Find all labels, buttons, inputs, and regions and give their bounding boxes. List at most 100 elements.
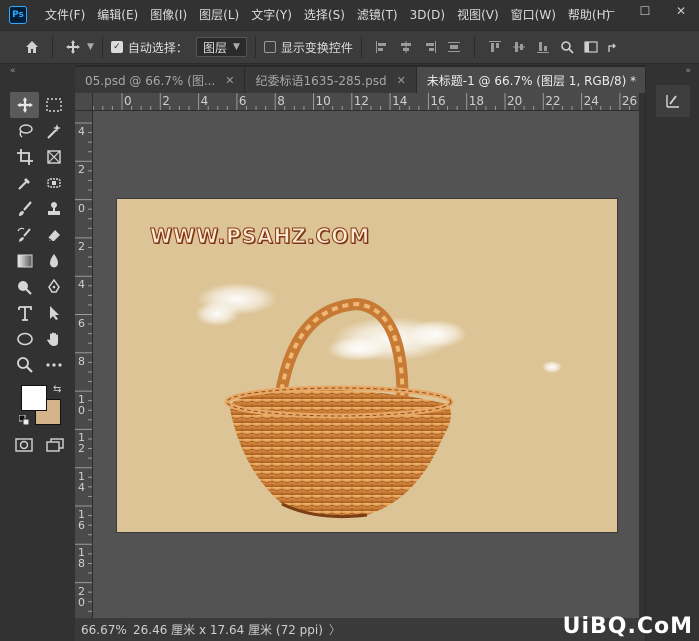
ruler-label: 16 xyxy=(430,94,446,108)
ruler-label: 24 xyxy=(583,94,599,108)
lasso-tool-icon[interactable] xyxy=(10,118,39,144)
quick-mask-icon[interactable] xyxy=(14,436,34,454)
share-icon[interactable] xyxy=(603,35,621,59)
ruler-label: 1 4 xyxy=(78,469,85,494)
menu-edit[interactable]: 编辑(E) xyxy=(91,0,144,30)
site-watermark: UiBQ.CoM xyxy=(562,614,693,639)
collapse-arrows-icon[interactable]: « xyxy=(0,65,75,77)
minimize-button[interactable]: — xyxy=(591,0,627,22)
pen-tool-icon[interactable] xyxy=(39,274,68,300)
show-transform-checkbox[interactable] xyxy=(263,41,276,53)
status-bar: 66.67% 26.46 厘米 x 17.64 厘米 (72 ppi) 〉 xyxy=(75,618,645,641)
align-left-icon[interactable] xyxy=(370,35,394,59)
home-icon[interactable] xyxy=(20,35,44,59)
search-icon[interactable] xyxy=(555,35,579,59)
chevron-down-icon[interactable]: ▼ xyxy=(87,42,94,52)
move-tool-icon[interactable] xyxy=(10,92,39,118)
photoshop-logo[interactable]: Ps xyxy=(9,6,27,24)
ruler-label: 1 0 xyxy=(78,393,85,418)
close-icon[interactable]: ✕ xyxy=(397,74,406,87)
clone-stamp-icon[interactable] xyxy=(39,196,68,222)
foreground-color-swatch[interactable] xyxy=(21,385,47,411)
menu-window[interactable]: 窗口(W) xyxy=(505,0,562,30)
ruler-label: 2 xyxy=(78,239,85,253)
divider xyxy=(254,36,256,58)
distribute-vertical-icon[interactable] xyxy=(442,35,466,59)
swap-colors-icon[interactable]: ⇆ xyxy=(53,384,61,395)
eyedropper-icon[interactable] xyxy=(10,170,39,196)
ruler-label: 0 xyxy=(124,94,132,108)
menu-bar: Ps 文件(F) 编辑(E) 图像(I) 图层(L) 文字(Y) 选择(S) 滤… xyxy=(0,0,699,30)
path-selection-icon[interactable] xyxy=(39,300,68,326)
ruler-label: 1 6 xyxy=(78,508,85,532)
menu-select[interactable]: 选择(S) xyxy=(298,0,351,30)
hand-tool-icon[interactable] xyxy=(39,326,68,352)
ruler-label: 12 xyxy=(353,94,370,108)
color-swatches: ⇆ xyxy=(17,383,67,433)
main-menu: 文件(F) 编辑(E) 图像(I) 图层(L) 文字(Y) 选择(S) 滤镜(T… xyxy=(39,0,616,30)
default-colors-icon[interactable] xyxy=(19,415,29,425)
ruler-label: 6 xyxy=(78,316,85,330)
crop-tool-icon[interactable] xyxy=(10,144,39,170)
ruler-label: 10 xyxy=(315,94,331,108)
menu-layer[interactable]: 图层(L) xyxy=(193,0,245,30)
vertical-ruler[interactable]: 4 2 0 2 4 6 8 1 0 1 2 1 4 1 6 1 8 2 0 xyxy=(75,111,93,618)
menu-file[interactable]: 文件(F) xyxy=(39,0,91,30)
zoom-tool-icon[interactable] xyxy=(10,352,39,378)
restore-button[interactable]: ☐ xyxy=(627,0,663,22)
close-icon[interactable]: ✕ xyxy=(225,74,234,87)
ruler-label: 18 xyxy=(468,94,484,108)
ellipse-tool-icon[interactable] xyxy=(10,326,39,352)
eraser-icon[interactable] xyxy=(39,222,68,248)
ruler-label: 0 xyxy=(78,201,85,215)
align-top-icon[interactable] xyxy=(483,35,507,59)
dodge-tool-icon[interactable] xyxy=(10,274,39,300)
ruler-label: 22 xyxy=(545,94,561,108)
type-tool-icon[interactable] xyxy=(10,300,39,326)
chevron-right-icon[interactable]: 〉 xyxy=(329,621,341,638)
tab-untitled-1[interactable]: 未标题-1 @ 66.7% (图层 1, RGB/8) * ✕ xyxy=(416,67,667,93)
align-bottom-icon[interactable] xyxy=(531,35,555,59)
zoom-level[interactable]: 66.67% xyxy=(75,622,127,637)
ruler-label: 2 0 xyxy=(78,584,85,609)
auto-select-label: 自动选择： xyxy=(127,40,188,55)
document-canvas[interactable]: WWW.PSAHZ.COM xyxy=(117,199,617,532)
align-middle-icon[interactable] xyxy=(507,35,531,59)
more-tools-icon[interactable] xyxy=(39,352,68,378)
canvas-artwork xyxy=(195,283,562,519)
tab-05-psd[interactable]: 05.psd @ 66.7% (图... ✕ xyxy=(75,67,246,93)
menu-filter[interactable]: 滤镜(T) xyxy=(351,0,404,30)
spot-healing-icon[interactable] xyxy=(39,170,68,196)
blur-tool-icon[interactable] xyxy=(39,248,68,274)
menu-image[interactable]: 图像(I) xyxy=(144,0,193,30)
workspace-icon[interactable] xyxy=(579,35,603,59)
brush-tool-icon[interactable] xyxy=(10,196,39,222)
divider xyxy=(360,36,362,58)
show-transform-label: 显示变换控件 xyxy=(280,40,353,55)
auto-select-checkbox[interactable]: ✓ xyxy=(110,41,123,53)
screen-mode-icon[interactable] xyxy=(44,436,66,454)
expand-panels-icon[interactable]: » xyxy=(646,65,699,77)
history-brush-icon[interactable] xyxy=(10,222,39,248)
tab-jiwei-psd[interactable]: 纪委标语1635-285.psd ✕ xyxy=(245,67,417,93)
align-center-icon[interactable] xyxy=(394,35,418,59)
canvas-workspace[interactable]: WWW.PSAHZ.COM xyxy=(93,111,639,618)
marquee-tool-icon[interactable] xyxy=(39,92,68,118)
divider xyxy=(473,36,475,58)
menu-3d[interactable]: 3D(D) xyxy=(404,0,451,30)
horizontal-ruler[interactable]: 0 2 4 6 8 10 12 14 16 18 20 22 24 26 xyxy=(93,93,639,111)
menu-view[interactable]: 视图(V) xyxy=(451,0,505,30)
move-tool-preset-icon[interactable] xyxy=(61,35,85,59)
menu-type[interactable]: 文字(Y) xyxy=(245,0,298,30)
magic-wand-icon[interactable] xyxy=(39,118,68,144)
close-button[interactable]: ✕ xyxy=(663,0,699,22)
align-right-icon[interactable] xyxy=(418,35,442,59)
ruler-label: 1 8 xyxy=(78,546,85,571)
watermark-text: WWW.PSAHZ.COM xyxy=(149,224,371,249)
auto-select-dropdown[interactable]: 图层 ▼ xyxy=(195,37,247,57)
ruler-origin[interactable] xyxy=(75,93,93,111)
auto-select-value: 图层 xyxy=(202,40,227,55)
properties-panel-icon[interactable] xyxy=(656,85,690,117)
frame-tool-icon[interactable] xyxy=(39,144,68,170)
gradient-tool-icon[interactable] xyxy=(10,248,39,274)
